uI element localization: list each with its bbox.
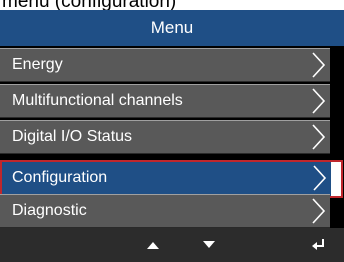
menu-item-label: Diagnostic xyxy=(12,202,87,219)
menu-item-digital-io-status[interactable]: Digital I/O Status xyxy=(0,120,330,154)
menu-item-configuration[interactable]: Configuration xyxy=(2,162,331,196)
chevron-right-icon xyxy=(312,52,326,78)
softkey-bar xyxy=(0,228,344,262)
chevron-right-icon xyxy=(312,198,326,224)
menu-header: Menu xyxy=(0,10,344,46)
menu-item-label: Multifunctional channels xyxy=(12,92,183,109)
menu-item-diagnostic[interactable]: Diagnostic xyxy=(0,194,330,228)
chevron-right-icon xyxy=(312,88,326,114)
chevron-right-icon xyxy=(313,165,327,191)
menu-item-label: Energy xyxy=(12,56,63,73)
menu-item-energy[interactable]: Energy xyxy=(0,48,330,82)
selection-highlight-frame: Configuration xyxy=(0,160,343,198)
down-arrow-icon xyxy=(203,241,215,248)
menu-item-label: Configuration xyxy=(12,169,108,186)
up-button[interactable] xyxy=(138,228,168,262)
down-button[interactable] xyxy=(194,228,224,262)
menu-item-multifunctional-channels[interactable]: Multifunctional channels xyxy=(0,84,330,118)
chevron-right-icon xyxy=(312,124,326,150)
menu-title: Menu xyxy=(150,18,194,37)
menu-item-label: Digital I/O Status xyxy=(12,128,133,145)
enter-icon xyxy=(312,239,324,250)
device-screen: Menu Energy Multifunctional channels Dig… xyxy=(0,10,344,262)
up-arrow-icon xyxy=(147,242,159,249)
enter-button[interactable] xyxy=(304,228,334,262)
